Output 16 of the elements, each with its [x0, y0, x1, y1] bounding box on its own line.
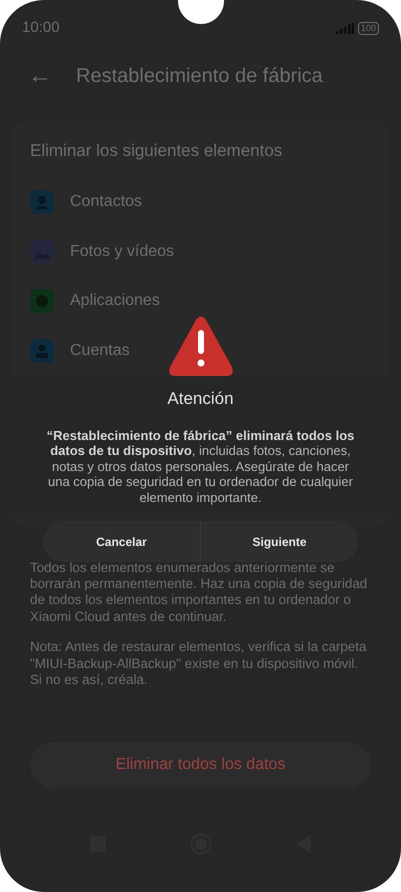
dialog-message: “Restablecimiento de fábrica” eliminará todos los datos de tu dispositivo, incluidas fotos, canciones, notas y otros datos personales. Asegúrate de hacer una copia de seguridad en tu ordenador de cualquier elemento importante. [46, 428, 356, 506]
section-title: Eliminar los siguientes elementos [30, 140, 284, 162]
item-label: Contactos [70, 192, 142, 212]
cancel-button[interactable]: Cancelar [43, 521, 200, 562]
signal-icon [336, 22, 354, 34]
info-paragraph: Todos los elementos enumerados anteriormente se borrarán permanentemente. Haz una copia de seguridad de todos los elementos importantes en tu ordenador o Xiaomi Cloud antes de continuar. [29, 560, 368, 626]
dialog-title: Atención [166, 388, 235, 410]
next-button[interactable]: Siguiente [200, 521, 358, 562]
clock-time: 10:00 [22, 18, 60, 38]
page-title: Restablecimiento de fábrica [76, 64, 323, 89]
warning-icon [168, 316, 234, 376]
item-label: Aplicaciones [70, 291, 160, 312]
item-label: Cuentas [70, 340, 130, 361]
note-paragraph: Nota: Antes de restaurar elementos, verifica si la carpeta "MIUI-Backup-AllBackup" existe en tu dispositivo móvil. Si no es así, créala. [29, 639, 368, 688]
item-label: Fotos y vídeos [70, 242, 174, 262]
battery-level: 100 [358, 22, 379, 34]
